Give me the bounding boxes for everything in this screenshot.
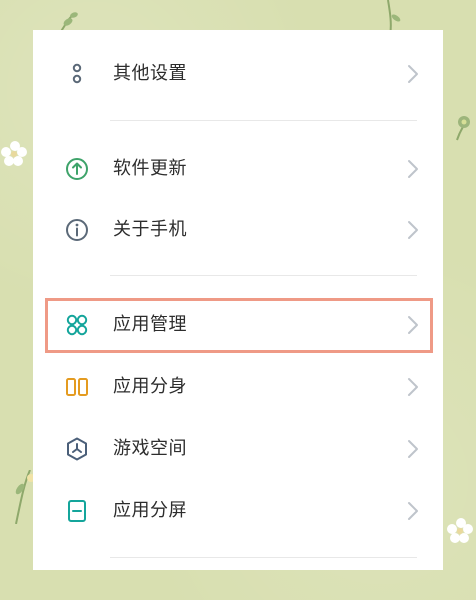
green-flower-decoration-icon: [456, 116, 470, 141]
settings-item-label: 游戏空间: [113, 438, 187, 459]
settings-item-software-update[interactable]: 软件更新: [33, 139, 443, 199]
game-space-icon: [67, 437, 87, 461]
about-phone-icon: [66, 219, 88, 241]
white-flower-decoration-icon: [1, 141, 27, 166]
settings-item-split-screen[interactable]: 应用分屏: [33, 481, 443, 541]
chevron-right-icon: [408, 221, 418, 239]
chevron-right-icon: [408, 65, 418, 83]
settings-item-label: 其他设置: [113, 63, 187, 84]
app-clone-icon: [66, 378, 88, 396]
more-settings-icon: [72, 63, 82, 84]
app-management-highlight-frame: [45, 298, 433, 353]
settings-item-other-settings[interactable]: 其他设置: [33, 44, 443, 104]
settings-item-app-clone[interactable]: 应用分身: [33, 357, 443, 417]
section-divider: [110, 120, 417, 121]
split-screen-icon: [68, 500, 86, 522]
settings-item-label: 应用分屏: [113, 500, 187, 521]
settings-item-label: 软件更新: [113, 158, 187, 179]
settings-item-about-phone[interactable]: 关于手机: [33, 200, 443, 260]
chevron-right-icon: [408, 502, 418, 520]
chevron-right-icon: [408, 440, 418, 458]
section-divider: [110, 275, 417, 276]
software-update-icon: [66, 158, 88, 180]
settings-item-label: 应用分身: [113, 376, 187, 397]
settings-item-label: 关于手机: [113, 219, 187, 240]
settings-item-game-space[interactable]: 游戏空间: [33, 419, 443, 479]
chevron-right-icon: [408, 160, 418, 178]
bottom-right-flower-decoration-icon: [447, 518, 473, 543]
chevron-right-icon: [408, 378, 418, 396]
bottom-divider: [110, 557, 417, 558]
